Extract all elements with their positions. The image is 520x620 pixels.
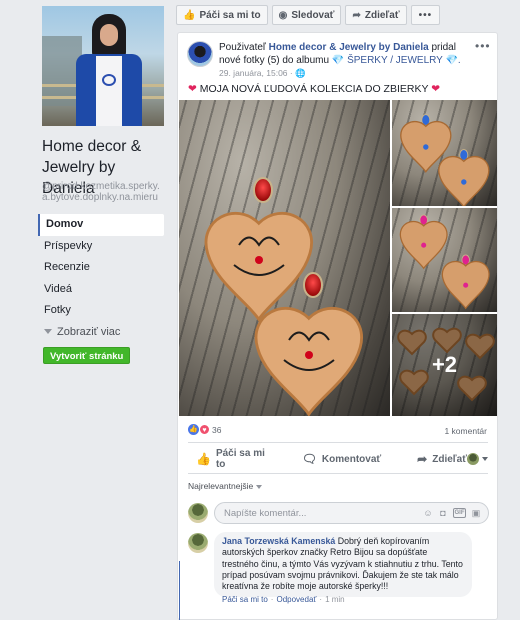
camera-icon[interactable]: ◘ xyxy=(438,508,448,518)
comment-count[interactable]: 1 komentár xyxy=(444,426,487,436)
heart-icon: ❤ xyxy=(188,83,197,95)
page-action-bar: 👍 Páči sa mi to ◉ Sledovať ➦ Zdieľať ••• xyxy=(176,5,441,25)
comment-meta: Páči sa mi to · Odpovedať · 1 min xyxy=(222,595,345,604)
post-actions: 👍 Páči sa mi to 🗨 Komentovať ➦ Zdieľať xyxy=(188,445,488,473)
post-timestamp[interactable]: 29. januára, 15:06 · 🌐 xyxy=(219,68,306,79)
nav-item-posts[interactable]: Príspevky xyxy=(38,236,164,258)
post-text-body: MOJA NOVÁ ĽUDOVÁ KOLEKCIA DO ZBIERKY xyxy=(199,83,429,95)
follow-button[interactable]: ◉ Sledovať xyxy=(271,5,342,25)
identity-picker[interactable] xyxy=(467,453,488,465)
like-reaction-icon: 👍 xyxy=(188,424,199,435)
post-photo-3[interactable] xyxy=(392,208,497,312)
emoji-icon[interactable]: ☺ xyxy=(423,508,433,518)
page-handle[interactable]: @prirod.kozmetika.sperky.a.bytove.doplnk… xyxy=(42,181,168,203)
post-photo-main[interactable] xyxy=(179,100,390,416)
like-page-button[interactable]: 👍 Páči sa mi to xyxy=(176,5,268,25)
post-options-button[interactable]: ••• xyxy=(475,39,491,53)
comment-button[interactable]: 🗨 Komentovať xyxy=(302,452,381,466)
comment-time[interactable]: 1 min xyxy=(325,595,345,604)
nav-item-videos[interactable]: Videá xyxy=(38,279,164,301)
reaction-count: 36 xyxy=(212,424,222,435)
post-user-label: Použivateľ xyxy=(219,42,266,53)
comment-button-label: Komentovať xyxy=(321,453,382,465)
chevron-down-icon xyxy=(256,484,263,489)
nav-item-more[interactable]: Zobraziť viac xyxy=(38,322,164,344)
heart-icon: ❤ xyxy=(431,83,441,95)
love-reaction-icon: ♥ xyxy=(199,424,210,435)
avatar[interactable] xyxy=(188,503,208,523)
comment-thread-line xyxy=(179,561,180,620)
comment-input[interactable] xyxy=(224,507,384,519)
avatar[interactable] xyxy=(188,533,208,553)
like-button[interactable]: 👍 Páči sa mi to xyxy=(196,448,266,470)
comment-like-link[interactable]: Páči sa mi to xyxy=(222,595,268,604)
thumbs-up-icon: 👍 xyxy=(196,452,211,466)
thumbs-up-icon: 👍 xyxy=(183,9,196,21)
more-photos-overlay[interactable]: +2 xyxy=(392,314,497,416)
comment: Jana Torzewská Kamenská Dobrý deň kopíro… xyxy=(214,532,472,598)
like-button-label: Páči sa mi to xyxy=(215,448,265,470)
comment-sort-dropdown[interactable]: Najrelevantnejšie xyxy=(188,481,263,491)
heart-earrings-image xyxy=(204,177,363,416)
like-page-label: Páči sa mi to xyxy=(199,9,261,21)
nav-item-reviews[interactable]: Recenzie xyxy=(38,257,164,279)
more-options-button[interactable]: ••• xyxy=(410,5,441,25)
post-photo-2[interactable] xyxy=(392,100,497,206)
blue-earrings-image xyxy=(400,114,490,206)
create-page-button[interactable]: Vytvoriť stránku xyxy=(43,347,131,364)
avatar xyxy=(467,453,479,465)
post-album-link[interactable]: 💎 ŠPERKY / JEWELRY 💎. xyxy=(332,55,461,66)
divider xyxy=(188,473,488,474)
rss-icon: ◉ xyxy=(278,9,288,21)
share-button-label: Zdieľať xyxy=(432,453,467,465)
separator: · xyxy=(319,595,323,604)
page-avatar[interactable] xyxy=(187,41,213,67)
share-page-label: Zdieľať xyxy=(364,9,400,21)
nav-item-home[interactable]: Domov xyxy=(38,214,164,236)
pink-earrings-image xyxy=(399,214,490,310)
sticker-icon[interactable]: ▣ xyxy=(471,508,481,518)
separator: · xyxy=(270,595,274,604)
nav-item-photos[interactable]: Fotky xyxy=(38,300,164,322)
post-header: Použivateľ Home decor & Jewelry by Danie… xyxy=(219,41,469,67)
gif-icon[interactable]: GIF xyxy=(453,508,466,518)
comment-box[interactable]: ☺ ◘ GIF ▣ xyxy=(214,502,489,524)
left-sidebar: Home decor & Jewelry by Daniela @prirod.… xyxy=(0,0,170,620)
post-photo-more[interactable]: +2 xyxy=(392,314,497,416)
nav-more-label: Zobraziť viac xyxy=(57,325,121,338)
share-page-button[interactable]: ➦ Zdieľať xyxy=(345,5,407,25)
chevron-down-icon xyxy=(44,328,52,334)
comment-icon: 🗨 xyxy=(301,452,317,466)
follow-label: Sledovať xyxy=(291,9,335,21)
reactions-summary[interactable]: 👍 ♥ 36 xyxy=(188,424,221,435)
divider xyxy=(188,442,488,443)
comment-sort-label: Najrelevantnejšie xyxy=(188,481,254,491)
page-nav: Domov Príspevky Recenzie Videá Fotky Zob… xyxy=(38,214,164,343)
comment-reply-link[interactable]: Odpovedať xyxy=(276,595,316,604)
comment-author[interactable]: Jana Torzewská Kamenská xyxy=(222,536,335,546)
share-button[interactable]: ➦ Zdieľať xyxy=(417,452,467,466)
share-arrow-icon: ➦ xyxy=(417,452,428,466)
share-arrow-icon: ➦ xyxy=(352,9,361,21)
chevron-down-icon xyxy=(482,457,488,461)
post-author-link[interactable]: Home decor & Jewelry by Daniela xyxy=(269,42,429,53)
post-text: ❤ MOJA NOVÁ ĽUDOVÁ KOLEKCIA DO ZBIERKY ❤ xyxy=(188,83,440,95)
profile-photo[interactable] xyxy=(42,6,164,126)
post-card: Použivateľ Home decor & Jewelry by Danie… xyxy=(177,32,498,620)
